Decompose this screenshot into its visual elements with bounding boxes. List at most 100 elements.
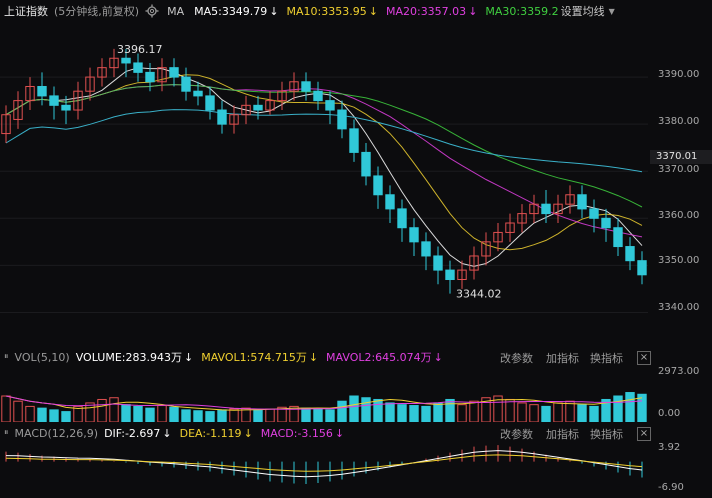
index-title[interactable]: 上证指数 [4,3,48,19]
macd-header: ⏸ MACD(12,26,9) DIF:-2.697 ↓ DEA:-1.119 ↓ … [0,424,712,442]
volume-bar [553,402,563,422]
ma10-line [5,74,643,251]
dif-value: DIF:-2.697 [104,426,161,440]
candle-body [61,104,71,111]
volume-bar [109,397,119,422]
volume-bar [97,398,107,422]
high-annotation: 3396.17 [117,43,163,56]
dea-value: DEA:-1.119 [179,426,242,440]
change-params-button[interactable]: 改参数 [500,426,533,442]
volume-bar [37,407,47,422]
collapse-icon[interactable]: ⏸ [4,352,9,362]
volume-bar [301,407,311,422]
candle-body [577,194,587,210]
price-tick: 3350.00 [658,255,700,266]
dea-line [5,454,643,472]
volume-bar [313,408,323,422]
ma20-arrow: ↓ [468,4,478,18]
volume-arrow: ↓ [183,350,194,364]
gear-icon[interactable] [145,4,159,18]
dif-line [5,450,643,478]
volume-bar [145,407,155,422]
volume-bar [469,400,479,422]
add-indicator-button[interactable]: 加指标 [546,350,579,366]
volume-bar [517,402,527,422]
volume-bar [457,404,467,422]
volume-chart[interactable] [0,366,652,422]
dropdown-caret-icon[interactable]: ▼ [609,7,615,16]
volume-bar [505,398,515,422]
ma10-value: MA10:3353.95 [286,4,367,18]
volume-bar [613,395,623,422]
candle-body [325,100,335,111]
mavol1-value: MAVOL1:574.715万 [201,351,307,364]
price-axis: 3390.00 3380.00 3370.00 3360.00 3350.00 … [652,22,712,344]
candle-body [301,81,311,92]
volume-bar [13,400,23,422]
candle-body [253,104,263,111]
candle-body [445,269,455,281]
volume-bar [565,400,575,422]
dea-arrow: ↓ [243,426,253,440]
index-subtitle: (5分钟线,前复权) [54,5,140,18]
volume-header: ⏸ VOL(5,10) VOLUME:283.943万 ↓ MAVOL1:574.… [0,348,712,366]
macd-value: MACD:-3.156 [260,426,333,440]
collapse-icon[interactable]: ⏸ [4,428,9,438]
volume-bar [445,398,455,422]
volume-bar [205,411,215,422]
volume-bar [229,408,239,422]
price-tick: 3390.00 [658,69,700,80]
macd-axis: 3.92 -6.90 [652,442,712,496]
ma30-value: MA30:3359.2 [485,4,559,18]
volume-bar [373,398,383,422]
volume-bar [577,404,587,422]
candle-body [145,71,155,83]
volume-value: VOLUME:283.943万 [75,351,182,364]
candle-body [637,260,647,276]
mavol2-value: MAVOL2:645.074万 [326,351,432,364]
volume-bar [265,408,275,422]
volume-bar [25,405,35,422]
volume-bar [133,405,143,422]
price-chart[interactable]: 3396.17 3344.02 [0,22,652,344]
candle-body [625,246,635,262]
change-params-button[interactable]: 改参数 [500,350,533,366]
candle-body [205,95,215,111]
macd-label[interactable]: MACD(12,26,9) [15,427,99,440]
candle-body [217,109,227,125]
candle-body [397,208,407,229]
candle-body [589,208,599,219]
volume-label[interactable]: VOL(5,10) [15,351,70,364]
price-tick: 3380.00 [658,116,700,127]
volume-bar [541,405,551,422]
ma5-arrow: ↓ [269,4,279,18]
ma20-value: MA20:3357.03 [385,4,467,18]
volume-bar [193,410,203,422]
volume-bar [529,404,539,422]
candle-body [541,203,551,215]
close-volume-button[interactable]: × [637,351,651,365]
macd-chart[interactable] [0,442,652,496]
switch-indicator-button[interactable]: 换指标 [590,426,623,442]
chart-header: 上证指数 (5分钟线,前复权) MA MA5:3349.79 ↓ MA10:335… [0,0,712,22]
ma-long-line [5,109,643,173]
candle-body [37,85,47,97]
settings-ma-button[interactable]: 设置均线 [561,3,605,19]
mavol1-arrow: ↓ [308,350,319,364]
volume-bar [361,397,371,422]
close-macd-button[interactable]: × [637,427,651,441]
ma10-arrow: ↓ [368,4,378,18]
ma-label[interactable]: MA [167,5,184,18]
volume-bar [1,395,11,422]
candle-body [601,217,611,229]
volume-bar [217,409,227,422]
volume-bar [49,409,59,422]
candle-body [169,67,179,78]
switch-indicator-button[interactable]: 换指标 [590,350,623,366]
ma5-line [5,67,643,267]
volume-bar [181,409,191,422]
add-indicator-button[interactable]: 加指标 [546,426,579,442]
volume-bar [61,411,71,422]
price-tick: 3360.00 [658,210,700,221]
volume-bar [349,395,359,422]
